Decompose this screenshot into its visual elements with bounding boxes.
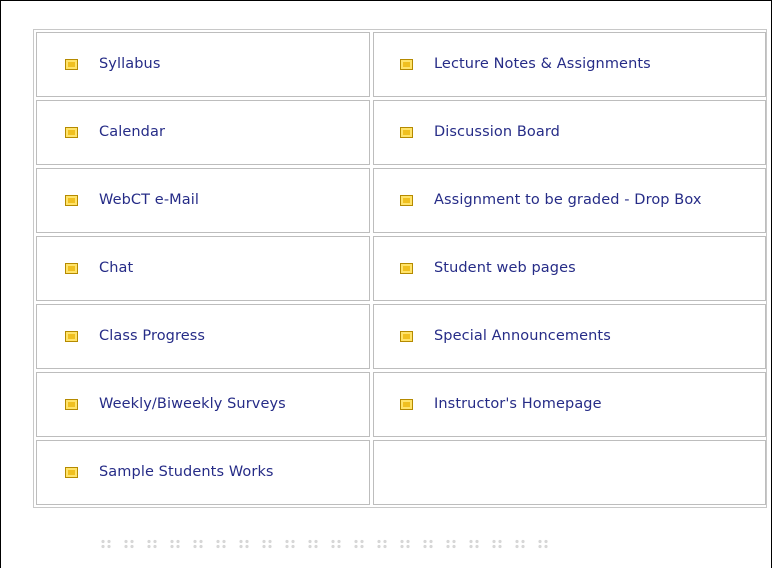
- dotted-divider-segment: [445, 539, 457, 549]
- yellow-square-bullet-icon: [65, 127, 78, 138]
- menu-item-label: Assignment to be graded - Drop Box: [434, 192, 702, 209]
- dotted-divider-segment: [192, 539, 204, 549]
- menu-item-label: Lecture Notes & Assignments: [434, 56, 651, 73]
- menu-item-special-announcements[interactable]: Special Announcements: [373, 304, 766, 369]
- menu-item-label: Calendar: [99, 124, 166, 141]
- menu-item-drop-box[interactable]: Assignment to be graded - Drop Box: [373, 168, 766, 233]
- dotted-divider-segment: [123, 539, 135, 549]
- dotted-divider-segment: [307, 539, 319, 549]
- menu-item-chat[interactable]: Chat: [36, 236, 370, 301]
- dotted-divider-segment: [491, 539, 503, 549]
- menu-item-class-progress[interactable]: Class Progress: [36, 304, 370, 369]
- menu-item-label: Special Announcements: [434, 328, 611, 345]
- yellow-square-bullet-icon: [400, 399, 413, 410]
- dotted-divider-segment: [169, 539, 181, 549]
- dotted-divider-icon: [100, 539, 549, 551]
- dotted-divider-segment: [353, 539, 365, 549]
- menu-item-syllabus[interactable]: Syllabus: [36, 32, 370, 97]
- menu-item-label: Student web pages: [434, 260, 576, 277]
- dotted-divider-segment: [376, 539, 388, 549]
- dotted-divider-segment: [284, 539, 296, 549]
- dotted-divider-segment: [422, 539, 434, 549]
- dotted-divider-segment: [146, 539, 158, 549]
- yellow-square-bullet-icon: [400, 331, 413, 342]
- menu-item-label: Syllabus: [99, 56, 161, 73]
- menu-item-label: Class Progress: [99, 328, 206, 345]
- dotted-divider-segment: [330, 539, 342, 549]
- dotted-divider-segment: [537, 539, 549, 549]
- menu-item-weekly-surveys[interactable]: Weekly/Biweekly Surveys: [36, 372, 370, 437]
- menu-item-label: Sample Students Works: [99, 464, 274, 481]
- menu-item-discussion-board[interactable]: Discussion Board: [373, 100, 766, 165]
- dotted-divider-segment: [238, 539, 250, 549]
- yellow-square-bullet-icon: [65, 399, 78, 410]
- menu-item-calendar[interactable]: Calendar: [36, 100, 370, 165]
- menu-item-sample-student-works[interactable]: Sample Students Works: [36, 440, 370, 505]
- yellow-square-bullet-icon: [65, 331, 78, 342]
- dotted-divider-segment: [514, 539, 526, 549]
- menu-item-label: Weekly/Biweekly Surveys: [99, 396, 286, 413]
- yellow-square-bullet-icon: [400, 263, 413, 274]
- yellow-square-bullet-icon: [65, 467, 78, 478]
- yellow-square-bullet-icon: [65, 263, 78, 274]
- dotted-divider-segment: [468, 539, 480, 549]
- menu-item-label: Discussion Board: [434, 124, 560, 141]
- menu-item-lecture-notes[interactable]: Lecture Notes & Assignments: [373, 32, 766, 97]
- course-menu-table: Syllabus Lecture Notes & Assignments Cal…: [33, 29, 767, 508]
- menu-item-student-web-pages[interactable]: Student web pages: [373, 236, 766, 301]
- yellow-square-bullet-icon: [400, 195, 413, 206]
- yellow-square-bullet-icon: [400, 59, 413, 70]
- empty-menu-cell: [373, 440, 766, 505]
- menu-item-label: WebCT e-Mail: [99, 192, 200, 209]
- yellow-square-bullet-icon: [65, 195, 78, 206]
- menu-item-label: Instructor's Homepage: [434, 396, 602, 413]
- dotted-divider-segment: [399, 539, 411, 549]
- menu-item-label: Chat: [99, 260, 134, 277]
- dotted-divider-segment: [261, 539, 273, 549]
- dotted-divider-segment: [215, 539, 227, 549]
- yellow-square-bullet-icon: [400, 127, 413, 138]
- dotted-divider-segment: [100, 539, 112, 549]
- yellow-square-bullet-icon: [65, 59, 78, 70]
- menu-item-webct-email[interactable]: WebCT e-Mail: [36, 168, 370, 233]
- menu-item-instructor-homepage[interactable]: Instructor's Homepage: [373, 372, 766, 437]
